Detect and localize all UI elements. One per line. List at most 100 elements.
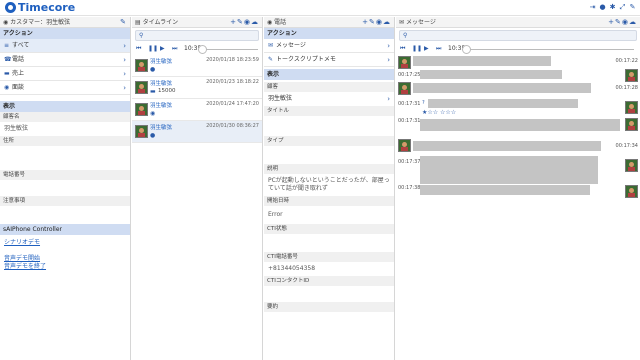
field-label: CTI電話番号 bbox=[264, 252, 394, 262]
timeline-item[interactable]: 羽生敏弦 2020/01/23 18:18:22 ▬ 15000 bbox=[132, 77, 262, 99]
search-icon: ⚲ bbox=[139, 32, 144, 39]
message-panel-header: ✉ メッセージ +✎◉☁ bbox=[396, 17, 640, 28]
field-label: タイトル bbox=[264, 106, 394, 116]
eye-icon[interactable]: ◉ bbox=[376, 18, 383, 26]
pause-icon[interactable]: ❚❚ bbox=[412, 45, 422, 52]
voice-demo-end-link[interactable]: 音声デモを終了 bbox=[0, 263, 130, 271]
message-icon: ✉ bbox=[399, 19, 406, 26]
meeting-icon: ◉ bbox=[4, 84, 10, 91]
player-knob[interactable] bbox=[198, 45, 207, 54]
gear-icon[interactable]: ✱ bbox=[609, 3, 616, 11]
phone-panel: ◉ 電話 +✎◉☁ アクション ✉ メッセージ › ✎ トークスクリプトメモ › 表示 … bbox=[264, 17, 395, 360]
info-icon: ? bbox=[422, 100, 425, 106]
list-icon: ≡ bbox=[4, 42, 10, 49]
message-icon: ✉ bbox=[268, 42, 274, 49]
field-label: タイプ bbox=[264, 136, 394, 146]
eye-icon[interactable]: ◉ bbox=[622, 18, 629, 26]
nav-item-all[interactable]: ≡ すべて › bbox=[0, 39, 130, 53]
nav-item-message[interactable]: ✉ メッセージ › bbox=[264, 39, 394, 53]
field-value bbox=[264, 286, 394, 302]
avatar bbox=[135, 81, 148, 94]
chevron-right-icon: › bbox=[387, 95, 390, 103]
play-icon[interactable]: ▶ bbox=[160, 45, 165, 52]
play-icon[interactable]: ▶ bbox=[424, 45, 429, 52]
player-knob[interactable] bbox=[462, 45, 471, 54]
edit-icon[interactable]: ✎ bbox=[120, 17, 127, 28]
actions-heading: アクション bbox=[0, 28, 130, 39]
message-icon: ● bbox=[150, 132, 156, 139]
timeline-item-name: 羽生敏弦 bbox=[150, 81, 173, 87]
actions-heading: アクション bbox=[264, 28, 394, 39]
skip-forward-icon[interactable]: ⏭ bbox=[172, 45, 177, 53]
nav-item-sales[interactable]: ▬ 売上 › bbox=[0, 67, 130, 81]
field-value: PCが起動しないということだったが、部屋っていて話が聞き取れず bbox=[268, 177, 390, 192]
message-bubble bbox=[413, 141, 601, 151]
message-bubble bbox=[428, 99, 578, 108]
rating-stars[interactable]: ★☆☆ ☆☆☆ bbox=[422, 109, 456, 116]
skip-back-icon[interactable]: ⏮ bbox=[136, 45, 141, 53]
edit-icon[interactable]: ✎ bbox=[369, 18, 376, 26]
field-value bbox=[0, 180, 130, 196]
user-icon[interactable]: ● bbox=[599, 3, 606, 11]
phone-panel-title: 電話 bbox=[274, 19, 287, 26]
customer-link[interactable]: 羽生敏弦 › bbox=[264, 92, 394, 106]
phone-panel-header: ◉ 電話 +✎◉☁ bbox=[264, 17, 394, 28]
logout-icon[interactable]: ⇥ bbox=[589, 3, 596, 11]
skip-forward-icon[interactable]: ⏭ bbox=[436, 45, 441, 53]
timeline-item[interactable]: 羽生敏弦 2020/01/18 18:23:59 ● bbox=[132, 55, 262, 77]
avatar bbox=[398, 139, 411, 152]
timeline-item-name: 羽生敏弦 bbox=[150, 59, 173, 65]
add-icon[interactable]: + bbox=[362, 18, 369, 26]
skip-back-icon[interactable]: ⏮ bbox=[400, 45, 405, 53]
timeline-search-input[interactable]: ⚲ bbox=[135, 30, 259, 41]
edit-icon[interactable]: ✎ bbox=[237, 18, 244, 26]
cloud-icon[interactable]: ☁ bbox=[629, 18, 637, 26]
message-time: 00:17:31 bbox=[398, 101, 421, 107]
cloud-icon[interactable]: ☁ bbox=[383, 18, 391, 26]
nav-item-phone[interactable]: ☎電話 › bbox=[0, 53, 130, 67]
avatar bbox=[625, 69, 638, 82]
expand-icon[interactable]: ⤢ bbox=[619, 3, 626, 11]
cloud-icon[interactable]: ☁ bbox=[251, 18, 259, 26]
pin-icon[interactable]: ✎ bbox=[629, 3, 636, 11]
add-icon[interactable]: + bbox=[230, 18, 237, 26]
display-heading: 表示 bbox=[0, 101, 130, 112]
scenario-demo-link[interactable]: シナリオデモ bbox=[0, 239, 130, 247]
customer-value: 羽生敏弦 bbox=[268, 95, 293, 102]
nav-label: 売上 bbox=[12, 70, 25, 77]
nav-item-meeting[interactable]: ◉ 面談 › bbox=[0, 81, 130, 95]
nav-item-talk-script[interactable]: ✎ トークスクリプトメモ › bbox=[264, 53, 394, 67]
avatar bbox=[625, 118, 638, 131]
eye-icon[interactable]: ◉ bbox=[244, 18, 251, 26]
field-label: 開始日時 bbox=[264, 196, 394, 206]
field-value bbox=[0, 146, 130, 170]
chevron-right-icon: › bbox=[123, 42, 126, 50]
card-icon: ▬ bbox=[150, 88, 156, 95]
message-bubble bbox=[420, 119, 620, 131]
field-label: 住所 bbox=[0, 136, 130, 146]
player-track[interactable] bbox=[200, 49, 258, 50]
field-label: 顧客名 bbox=[0, 112, 130, 122]
avatar bbox=[398, 56, 411, 69]
avatar bbox=[625, 159, 638, 172]
message-search-input[interactable]: ⚲ bbox=[399, 30, 637, 41]
timeline-item[interactable]: 羽生敏弦 2020/01/24 17:47:20 ◉ bbox=[132, 99, 262, 121]
avatar bbox=[135, 125, 148, 138]
timecore-logo-icon bbox=[5, 2, 16, 13]
timeline-icon: ▤ bbox=[135, 19, 143, 26]
timeline-item-amount: 15000 bbox=[158, 88, 176, 94]
audio-player: ⏮ ❚❚ ▶ ⏭ 10:35 bbox=[132, 43, 262, 55]
add-icon[interactable]: + bbox=[608, 18, 615, 26]
pause-icon[interactable]: ❚❚ bbox=[148, 45, 158, 52]
timeline-item[interactable]: 羽生敏弦 2020/01/30 08:36:27 ● bbox=[132, 121, 262, 143]
timeline-item-date: 2020/01/23 18:18:22 bbox=[206, 79, 259, 85]
player-track[interactable] bbox=[464, 49, 634, 50]
meeting-icon: ◉ bbox=[150, 110, 156, 117]
field-value: 羽生敏弦 bbox=[4, 125, 29, 132]
voice-demo-start-link[interactable]: 音声デモ開始 bbox=[0, 255, 130, 263]
timeline-panel-header: ▤ タイムライン +✎◉☁ bbox=[132, 17, 262, 28]
timeline-item-date: 2020/01/30 08:36:27 bbox=[206, 123, 259, 129]
message-time: 00:17:31 bbox=[398, 118, 421, 124]
edit-icon[interactable]: ✎ bbox=[615, 18, 622, 26]
timeline-panel: ▤ タイムライン +✎◉☁ ⚲ ⏮ ❚❚ ▶ ⏭ 10:35 羽生敏弦 2020… bbox=[132, 17, 263, 360]
